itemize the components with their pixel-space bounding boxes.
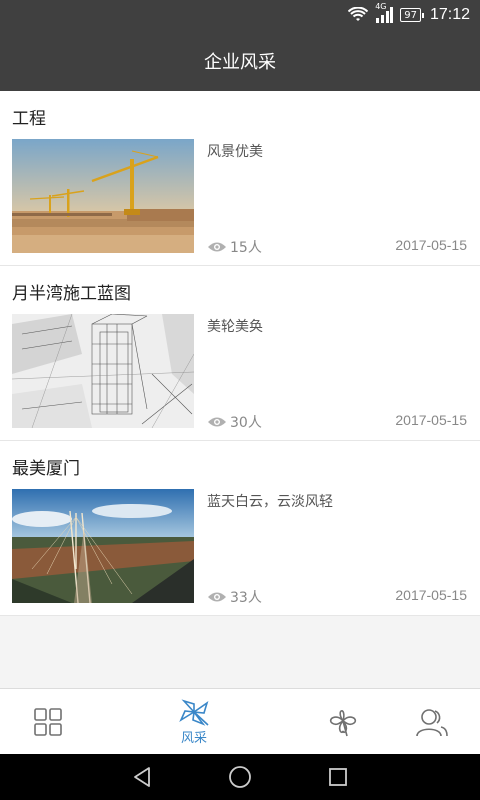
home-button[interactable] xyxy=(210,754,270,800)
back-button[interactable] xyxy=(112,754,172,800)
tab-profile[interactable] xyxy=(384,689,480,755)
bridge-aerial-image xyxy=(12,489,194,603)
item-description: 美轮美奂 xyxy=(207,319,263,335)
item-date: 2017-05-15 xyxy=(395,237,467,253)
tab-label: 风采 xyxy=(180,731,207,746)
view-count-text: 15人 xyxy=(230,240,262,256)
list-item[interactable]: 最美厦门 蓝天白云，云淡风轻 33人 2017-05-15 xyxy=(0,441,480,616)
battery-icon: 97 xyxy=(400,8,424,22)
construction-cranes-image xyxy=(12,139,194,253)
tab-clover[interactable] xyxy=(295,689,391,755)
users-icon xyxy=(416,709,448,737)
item-date: 2017-05-15 xyxy=(395,587,467,603)
view-count-text: 33人 xyxy=(230,590,262,606)
view-count: 33人 xyxy=(207,587,262,607)
recents-icon xyxy=(329,768,347,786)
wifi-icon xyxy=(348,7,369,23)
view-count: 30人 xyxy=(207,412,262,432)
app-header: 企业风采 xyxy=(0,30,480,91)
page-title: 企业风采 xyxy=(204,51,276,73)
recents-button[interactable] xyxy=(308,754,368,800)
item-description: 蓝天白云，云淡风轻 xyxy=(207,494,333,510)
list-item[interactable]: 月半湾施工蓝图 美轮美奂 30人 2017-05-15 xyxy=(0,266,480,441)
system-nav-bar xyxy=(0,754,480,800)
article-list: 工程 风景优美 15人 2017-05-15 月半湾施工蓝图 美轮美奂 30人 … xyxy=(0,91,480,616)
cell-signal-icon: 4G xyxy=(375,2,394,23)
eye-icon xyxy=(208,592,226,602)
list-item[interactable]: 工程 风景优美 15人 2017-05-15 xyxy=(0,91,480,266)
eye-icon xyxy=(208,242,226,252)
pinwheel-icon xyxy=(179,699,209,726)
network-type: 4G xyxy=(375,2,387,11)
item-title: 月半湾施工蓝图 xyxy=(12,284,131,304)
clock: 17:12 xyxy=(429,6,470,23)
status-bar: 4G 97 17:12 xyxy=(0,0,480,30)
eye-icon xyxy=(208,417,226,427)
clover-icon xyxy=(329,710,357,737)
tab-home[interactable] xyxy=(0,689,96,755)
tab-fengcai[interactable]: 风采 xyxy=(146,689,242,755)
view-count: 15人 xyxy=(207,237,262,257)
home-circle-icon xyxy=(229,766,251,788)
back-icon xyxy=(134,767,150,787)
item-title: 工程 xyxy=(12,109,46,129)
blueprint-sketch-image xyxy=(12,314,194,428)
battery-level: 97 xyxy=(404,9,417,21)
view-count-text: 30人 xyxy=(230,415,262,431)
item-date: 2017-05-15 xyxy=(395,412,467,428)
bottom-tab-bar: 风采 xyxy=(0,688,480,754)
item-title: 最美厦门 xyxy=(12,459,80,479)
grid-icon xyxy=(34,708,62,736)
item-description: 风景优美 xyxy=(207,144,263,160)
